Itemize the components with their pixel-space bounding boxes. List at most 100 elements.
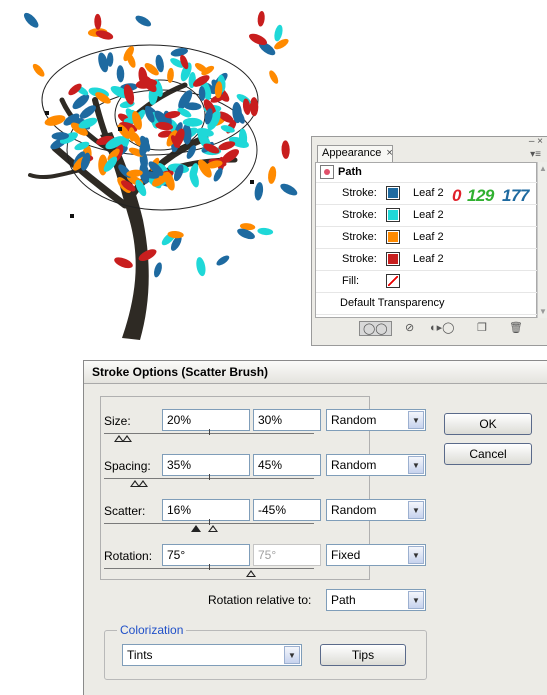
leaf bbox=[269, 70, 279, 84]
tab-appearance[interactable]: Appearance × bbox=[317, 145, 393, 162]
appearance-row-label: Default Transparency bbox=[340, 297, 445, 309]
appearance-footer: ◯◯ ⊘ ◐▸◯ ❐ 🗑 bbox=[315, 320, 537, 338]
appearance-row[interactable]: Default Transparency bbox=[316, 293, 538, 315]
rgb-annotation: 0 129 177 bbox=[452, 186, 547, 210]
duplicate-icon[interactable]: ❐ bbox=[477, 321, 487, 334]
chevron-down-icon[interactable]: ▼ bbox=[408, 456, 424, 474]
spacing-slider-tick bbox=[209, 474, 210, 480]
scroll-down-icon[interactable]: ▼ bbox=[539, 307, 547, 316]
appearance-row-label: Stroke: bbox=[342, 253, 377, 265]
clear-icon[interactable]: ⊘ bbox=[405, 321, 414, 334]
param-min-input[interactable]: 16% bbox=[162, 499, 250, 521]
rgb-green-value: 129 bbox=[467, 186, 494, 205]
path-label: Path bbox=[338, 166, 362, 178]
rotation-relative-label: Rotation relative to: bbox=[208, 593, 312, 607]
size-slider-max-handle[interactable] bbox=[122, 435, 132, 442]
param-max-input[interactable]: -45% bbox=[253, 499, 321, 521]
param-method-value: Random bbox=[331, 413, 377, 427]
none-swatch-icon[interactable] bbox=[386, 274, 400, 288]
colorization-group: Colorization Tints ▼ Tips bbox=[104, 623, 427, 680]
colorization-method-value: Tints bbox=[127, 648, 153, 662]
scatter-slider-min-handle[interactable] bbox=[191, 525, 201, 532]
param-label: Scatter: bbox=[104, 504, 146, 518]
leaf bbox=[135, 15, 152, 27]
leaf bbox=[106, 52, 114, 67]
appearance-row-label: Fill: bbox=[342, 275, 360, 287]
appearance-row-label: Stroke: bbox=[342, 187, 377, 199]
leaf bbox=[281, 140, 290, 159]
leaf bbox=[94, 13, 102, 30]
leaf bbox=[23, 12, 39, 28]
path-row[interactable]: Path bbox=[316, 163, 538, 183]
leaf bbox=[257, 227, 274, 236]
color-swatch[interactable] bbox=[386, 208, 400, 222]
appearance-row[interactable]: Stroke: Leaf 2 bbox=[316, 249, 538, 271]
size-slider-tick bbox=[209, 429, 210, 435]
reduce-basic-icon[interactable]: ◐▸◯ bbox=[430, 321, 454, 334]
spacing-slider-max-handle[interactable] bbox=[138, 480, 148, 487]
leaf bbox=[154, 262, 162, 278]
leaf bbox=[216, 255, 230, 266]
chevron-down-icon[interactable]: ▼ bbox=[408, 411, 424, 429]
param-label: Size: bbox=[104, 414, 131, 428]
color-swatch[interactable] bbox=[386, 186, 400, 200]
leaf bbox=[116, 65, 125, 83]
rgb-red-value: 0 bbox=[452, 186, 461, 205]
appearance-row-value: Leaf 2 bbox=[413, 209, 444, 221]
tab-appearance-label: Appearance bbox=[322, 147, 382, 159]
param-max-input[interactable]: 45% bbox=[253, 454, 321, 476]
param-label: Rotation: bbox=[104, 549, 153, 563]
delete-icon[interactable]: 🗑 bbox=[509, 321, 523, 334]
ok-button[interactable]: OK bbox=[444, 413, 532, 435]
chevron-down-icon[interactable]: ▼ bbox=[408, 546, 424, 564]
panel-window-controls[interactable]: – × bbox=[529, 137, 543, 147]
colorization-legend: Colorization bbox=[117, 623, 187, 637]
appearance-row[interactable]: Stroke: Leaf 2 bbox=[316, 227, 538, 249]
chevron-down-icon[interactable]: ▼ bbox=[408, 591, 424, 609]
leaf bbox=[268, 166, 277, 184]
param-method-value: Fixed bbox=[331, 548, 361, 562]
param-max-input[interactable]: 30% bbox=[253, 409, 321, 431]
color-swatch[interactable] bbox=[386, 230, 400, 244]
leaf bbox=[114, 257, 133, 269]
cancel-button[interactable]: Cancel bbox=[444, 443, 532, 465]
appearance-row-value: Leaf 2 bbox=[413, 231, 444, 243]
path-thumbnail-icon bbox=[320, 165, 334, 179]
dialog-title: Stroke Options (Scatter Brush) bbox=[84, 361, 547, 384]
leaf bbox=[189, 169, 199, 188]
param-method-select[interactable]: Fixed ▼ bbox=[326, 544, 426, 566]
new-art-icon[interactable]: ◯◯ bbox=[359, 321, 392, 336]
param-min-input[interactable]: 75° bbox=[162, 544, 250, 566]
param-min-input[interactable]: 35% bbox=[162, 454, 250, 476]
appearance-row[interactable]: Fill: bbox=[316, 271, 538, 293]
param-label: Spacing: bbox=[104, 459, 151, 473]
param-method-value: Random bbox=[331, 458, 377, 472]
leaves-group bbox=[23, 10, 298, 278]
param-min-input[interactable]: 20% bbox=[162, 409, 250, 431]
appearance-panel: – × Appearance × ▾≡ Path Stroke: Leaf 2 St… bbox=[311, 136, 547, 346]
chevron-down-icon[interactable]: ▼ bbox=[284, 646, 300, 664]
rgb-blue-value: 177 bbox=[502, 186, 529, 205]
scroll-up-icon[interactable]: ▲ bbox=[539, 164, 547, 173]
appearance-row-label: Stroke: bbox=[342, 209, 377, 221]
param-method-select[interactable]: Random ▼ bbox=[326, 499, 426, 521]
leaf bbox=[274, 24, 283, 42]
color-swatch[interactable] bbox=[386, 252, 400, 266]
appearance-row-label: Stroke: bbox=[342, 231, 377, 243]
scatter-slider-max-handle[interactable] bbox=[208, 525, 218, 532]
param-method-select[interactable]: Random ▼ bbox=[326, 454, 426, 476]
rotation-relative-value: Path bbox=[331, 593, 356, 607]
leaf bbox=[32, 63, 45, 77]
chevron-down-icon[interactable]: ▼ bbox=[408, 501, 424, 519]
rotation-slider-tick bbox=[209, 564, 210, 570]
colorization-method-select[interactable]: Tints ▼ bbox=[122, 644, 302, 666]
close-icon[interactable]: × bbox=[386, 147, 392, 159]
leaf bbox=[254, 182, 264, 201]
panel-menu-icon[interactable]: ▾≡ bbox=[530, 149, 541, 160]
rotation-slider-handle[interactable] bbox=[246, 570, 256, 577]
tree-illustration bbox=[23, 10, 298, 340]
rotation-relative-select[interactable]: Path ▼ bbox=[326, 589, 426, 611]
param-method-select[interactable]: Random ▼ bbox=[326, 409, 426, 431]
tips-button[interactable]: Tips bbox=[320, 644, 406, 666]
leaf bbox=[196, 257, 206, 277]
